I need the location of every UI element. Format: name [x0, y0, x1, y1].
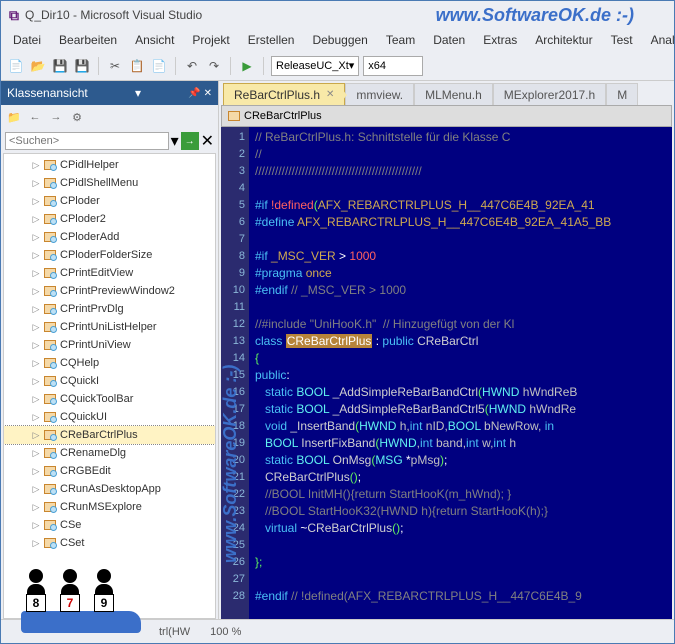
menubar: Datei Bearbeiten Ansicht Projekt Erstell… — [1, 29, 674, 51]
clear-search-icon[interactable]: ✕ — [201, 131, 214, 151]
menu-erstellen[interactable]: Erstellen — [240, 31, 303, 49]
config-dropdown[interactable]: ReleaseUC_Xt ▾ — [271, 56, 359, 76]
tree-item-cse[interactable]: ▷CSe — [4, 516, 215, 534]
separator — [175, 57, 176, 75]
code-lines[interactable]: // ReBarCtrlPlus.h: Schnittstelle für di… — [249, 127, 672, 619]
tree-item-crebarctrlplus[interactable]: ▷CReBarCtrlPlus — [4, 426, 215, 444]
editor-area: ReBarCtrlPlus.h✕mmview.MLMenu.hMExplorer… — [219, 81, 674, 619]
start-debug-icon[interactable]: ▶ — [238, 57, 256, 75]
dropdown-icon[interactable]: ▾ — [135, 86, 141, 100]
class-search-input[interactable] — [5, 132, 169, 150]
tree-item-cquicki[interactable]: ▷CQuickI — [4, 372, 215, 390]
class-view-title: Klassenansicht — [7, 86, 88, 100]
tree-item-cset[interactable]: ▷CSet — [4, 534, 215, 552]
search-go-button[interactable]: → — [181, 132, 199, 150]
pin-icon[interactable]: 📌 ✕ — [188, 88, 212, 99]
nav-class: CReBarCtrlPlus — [244, 110, 322, 122]
menu-bearbeiten[interactable]: Bearbeiten — [51, 31, 125, 49]
new-folder-icon[interactable]: 📁 — [5, 108, 23, 126]
class-view-toolbar: 📁 ← → ⚙ — [1, 105, 218, 129]
tree-item-crgbedit[interactable]: ▷CRGBEdit — [4, 462, 215, 480]
open-icon[interactable]: 📂 — [29, 57, 47, 75]
nav-bar[interactable]: CReBarCtrlPlus — [221, 105, 672, 127]
tree-item-cprinteditview[interactable]: ▷CPrintEditView — [4, 264, 215, 282]
back-icon[interactable]: ← — [26, 108, 44, 126]
menu-analyse[interactable]: Analyse — [643, 31, 675, 49]
overlay-figures: 8 7 9 — [21, 569, 119, 615]
tree-item-cploderfoldersize[interactable]: ▷CPloderFolderSize — [4, 246, 215, 264]
forward-icon[interactable]: → — [47, 108, 65, 126]
copy-icon[interactable]: 📋 — [128, 57, 146, 75]
platform-dropdown[interactable]: x64 — [363, 56, 423, 76]
class-view-header: Klassenansicht ▾ 📌 ✕ — [1, 81, 218, 105]
tree-item-cprintuniview[interactable]: ▷CPrintUniView — [4, 336, 215, 354]
tab-rebarctrlplush[interactable]: ReBarCtrlPlus.h✕ — [223, 83, 345, 105]
class-view-panel: Klassenansicht ▾ 📌 ✕ 📁 ← → ⚙ ▾ → ✕ ▷CPid… — [1, 81, 219, 619]
figure-9: 9 — [89, 569, 119, 615]
menu-debuggen[interactable]: Debuggen — [304, 31, 375, 49]
tree-item-cploder[interactable]: ▷CPloder — [4, 192, 215, 210]
tree-item-cpidlhelper[interactable]: ▷CPidlHelper — [4, 156, 215, 174]
watermark-top: www.SoftwareOK.de :-) — [436, 5, 634, 26]
tree-item-cqhelp[interactable]: ▷CQHelp — [4, 354, 215, 372]
separator — [98, 57, 99, 75]
tab-mexplorer2017h[interactable]: MExplorer2017.h — [493, 83, 606, 105]
search-dropdown-icon[interactable]: ▾ — [171, 131, 179, 151]
tree-item-cprintprvdlg[interactable]: ▷CPrintPrvDlg — [4, 300, 215, 318]
separator — [263, 57, 264, 75]
undo-icon[interactable]: ↶ — [183, 57, 201, 75]
redo-icon[interactable]: ↷ — [205, 57, 223, 75]
paste-icon[interactable]: 📄 — [150, 57, 168, 75]
menu-architektur[interactable]: Architektur — [527, 31, 600, 49]
save-all-icon[interactable]: 💾 — [73, 57, 91, 75]
tree-item-cprintunilisthelper[interactable]: ▷CPrintUniListHelper — [4, 318, 215, 336]
tree-item-cquickui[interactable]: ▷CQuickUI — [4, 408, 215, 426]
tab-mlmenuh[interactable]: MLMenu.h — [414, 83, 493, 105]
menu-ansicht[interactable]: Ansicht — [127, 31, 182, 49]
tree-item-cploder2[interactable]: ▷CPloder2 — [4, 210, 215, 228]
cut-icon[interactable]: ✂ — [106, 57, 124, 75]
code-editor[interactable]: 1234567891011121314151617181920212223242… — [221, 127, 672, 619]
window-title: Q_Dir10 - Microsoft Visual Studio — [25, 8, 202, 22]
menu-team[interactable]: Team — [378, 31, 423, 49]
tree-item-crunasdesktopapp[interactable]: ▷CRunAsDesktopApp — [4, 480, 215, 498]
tree-item-cploderadd[interactable]: ▷CPloderAdd — [4, 228, 215, 246]
menu-daten[interactable]: Daten — [425, 31, 473, 49]
editor-tabs: ReBarCtrlPlus.h✕mmview.MLMenu.hMExplorer… — [219, 81, 674, 105]
figure-8: 8 — [21, 569, 51, 615]
tree-item-crunmsexplore[interactable]: ▷CRunMSExplore — [4, 498, 215, 516]
figure-7: 7 — [55, 569, 85, 615]
main-area: Klassenansicht ▾ 📌 ✕ 📁 ← → ⚙ ▾ → ✕ ▷CPid… — [1, 81, 674, 619]
tab-mmview[interactable]: mmview. — [345, 83, 414, 105]
menu-test[interactable]: Test — [603, 31, 641, 49]
settings-icon[interactable]: ⚙ — [68, 108, 86, 126]
class-icon — [228, 111, 240, 121]
class-tree[interactable]: ▷CPidlHelper▷CPidlShellMenu▷CPloder▷CPlo… — [3, 153, 216, 619]
tree-item-cprintpreviewwindow2[interactable]: ▷CPrintPreviewWindow2 — [4, 282, 215, 300]
watermark-side: www.SoftwareOK.de :-) — [220, 365, 241, 563]
menu-projekt[interactable]: Projekt — [184, 31, 237, 49]
menu-datei[interactable]: Datei — [5, 31, 49, 49]
separator — [230, 57, 231, 75]
tab-m[interactable]: M — [606, 83, 638, 105]
vs-logo-icon: ⧉ — [9, 7, 19, 24]
new-project-icon[interactable]: 📄 — [7, 57, 25, 75]
tree-item-crenamedlg[interactable]: ▷CRenameDlg — [4, 444, 215, 462]
toolbar: 📄 📂 💾 💾 ✂ 📋 📄 ↶ ↷ ▶ ReleaseUC_Xt ▾ x64 — [1, 51, 674, 81]
status-hint: trl(HW — [159, 626, 190, 638]
save-icon[interactable]: 💾 — [51, 57, 69, 75]
class-search-row: ▾ → ✕ — [1, 129, 218, 153]
menu-extras[interactable]: Extras — [475, 31, 525, 49]
tree-item-cpidlshellmenu[interactable]: ▷CPidlShellMenu — [4, 174, 215, 192]
status-zoom: 100 % — [210, 626, 241, 638]
tree-item-cquicktoolbar[interactable]: ▷CQuickToolBar — [4, 390, 215, 408]
